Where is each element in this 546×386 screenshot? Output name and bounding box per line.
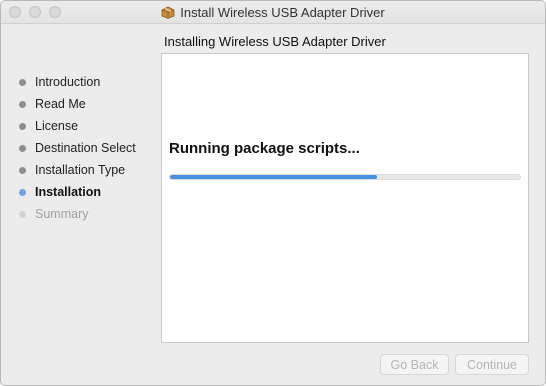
step-status-dot-icon bbox=[19, 144, 26, 152]
progress-bar bbox=[169, 174, 521, 180]
sidebar-step-label: Summary bbox=[35, 207, 89, 221]
sidebar-step-summary: Summary bbox=[19, 203, 159, 225]
progress-bar-fill bbox=[170, 175, 377, 179]
sidebar-step-installation: Installation bbox=[19, 181, 159, 203]
step-status-dot-icon bbox=[19, 78, 26, 86]
sidebar-step-license: License bbox=[19, 115, 159, 137]
content-panel: Running package scripts... bbox=[161, 53, 529, 343]
package-icon bbox=[161, 6, 175, 19]
status-message: Running package scripts... bbox=[169, 140, 360, 157]
go-back-button[interactable]: Go Back bbox=[380, 354, 449, 375]
window-title: Install Wireless USB Adapter Driver bbox=[180, 4, 385, 20]
sidebar-step-label: License bbox=[35, 119, 79, 133]
continue-button[interactable]: Continue bbox=[455, 354, 529, 375]
sidebar-step-destination-select: Destination Select bbox=[19, 137, 159, 159]
step-status-dot-icon bbox=[19, 188, 26, 196]
step-status-dot-icon bbox=[19, 100, 26, 108]
sidebar-step-label: Introduction bbox=[35, 75, 101, 89]
step-status-dot-icon bbox=[19, 166, 26, 174]
installer-subtitle: Installing Wireless USB Adapter Driver bbox=[164, 34, 386, 49]
sidebar-step-read-me: Read Me bbox=[19, 93, 159, 115]
sidebar-step-introduction: Introduction bbox=[19, 71, 159, 93]
step-status-dot-icon bbox=[19, 122, 26, 130]
title-bar: Install Wireless USB Adapter Driver bbox=[1, 1, 545, 24]
installer-window: Install Wireless USB Adapter Driver Inst… bbox=[0, 0, 546, 386]
step-status-dot-icon bbox=[19, 210, 26, 218]
sidebar-step-label: Installation bbox=[35, 185, 101, 199]
sidebar-step-label: Destination Select bbox=[35, 141, 136, 155]
sidebar-step-label: Installation Type bbox=[35, 163, 126, 177]
sidebar-step-label: Read Me bbox=[35, 97, 86, 111]
installer-steps-sidebar: Introduction Read Me License Destination Se… bbox=[19, 71, 159, 225]
sidebar-step-installation-type: Installation Type bbox=[19, 159, 159, 181]
